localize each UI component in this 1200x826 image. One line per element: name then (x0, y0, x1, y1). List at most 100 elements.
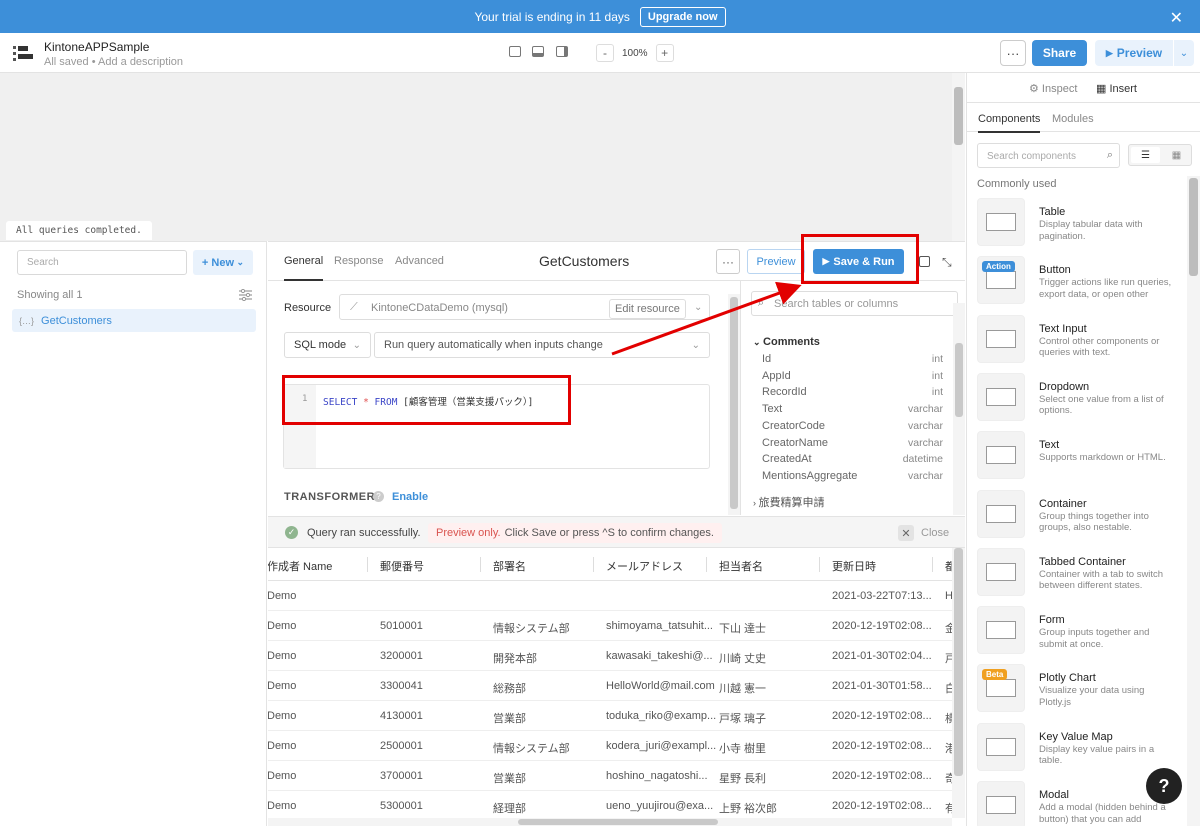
component-dropdown[interactable]: Dropdown Select one value from a list of … (977, 372, 1182, 425)
table-row[interactable]: Demo 3700001 営業部 hoshino_nagatoshi... 星野 長利 2… (268, 761, 952, 791)
schema-scrollbar[interactable] (953, 303, 965, 515)
schema-column-type: int (931, 386, 943, 399)
component-search-input[interactable]: Search components ⌕ (977, 143, 1120, 168)
table-row[interactable]: Demo 3200001 開発本部 kawasaki_takeshi@... 川崎 丈史… (268, 641, 952, 671)
canvas-scroll-thumb[interactable] (954, 87, 963, 145)
column-header[interactable]: メールアドレス (606, 558, 683, 574)
schema-column[interactable]: CreatorCode (762, 420, 825, 432)
list-view-icon[interactable]: ☰ (1131, 147, 1160, 163)
schema-column[interactable]: CreatedAt (762, 453, 812, 465)
column-header[interactable]: 郵便番号 (380, 558, 424, 574)
table-row[interactable]: Demo 2500001 情報システム部 kodera_juri@exampl... 小… (268, 731, 952, 761)
close-banner-icon[interactable]: ✕ (1170, 8, 1183, 28)
component-tabbed-container[interactable]: Tabbed Container Container with a tab to … (977, 547, 1182, 600)
enable-transformer-link[interactable]: Enable (392, 491, 428, 503)
right-panel-toggle-icon[interactable] (556, 46, 568, 57)
edit-resource-button[interactable]: Edit resource (609, 299, 686, 319)
results-scroll-thumb[interactable] (954, 548, 963, 776)
column-divider[interactable] (480, 557, 481, 572)
component-container[interactable]: Container Group things together into grou… (977, 489, 1182, 542)
component-plotly-chart[interactable]: Beta Plotly Chart Visualize your data usin… (977, 664, 1182, 716)
inspect-tab[interactable]: ⚙ Inspect (1029, 82, 1077, 95)
schema-column[interactable]: CreatorName (762, 437, 828, 449)
query-preview-button[interactable]: Preview (747, 249, 805, 274)
column-header[interactable]: 担当者名 (719, 558, 763, 574)
schema-table[interactable]: › 旅費精算申請 (753, 494, 825, 510)
table-row[interactable]: Demo 3300041 総務部 HelloWorld@mail.com 川越 憲一 20… (268, 671, 952, 701)
zoom-out-button[interactable]: - (596, 44, 614, 62)
column-divider[interactable] (932, 557, 933, 572)
table-row[interactable]: Demo 4130001 営業部 toduka_riko@examp... 戸塚 璃子 2… (268, 701, 952, 731)
run-mode-select[interactable]: Run query automatically when inputs chan… (374, 332, 710, 358)
annotation-box-sql (282, 375, 571, 425)
query-title[interactable]: GetCustomers (539, 253, 629, 269)
component-button[interactable]: Action Button Trigger actions like run que… (977, 256, 1182, 308)
editor-scrollbar[interactable] (728, 294, 740, 515)
schema-column[interactable]: AppId (762, 370, 791, 382)
component-text-input[interactable]: Text Input Control other components or qu… (977, 314, 1182, 367)
sql-mode-select[interactable]: SQL mode ⌄ (284, 332, 371, 358)
component-key-value-map[interactable]: Key Value Map Display key value pairs in … (977, 722, 1182, 775)
help-chat-button[interactable]: ? (1146, 768, 1182, 804)
toggle-schema-icon[interactable] (919, 256, 930, 267)
share-button[interactable]: Share (1032, 40, 1087, 66)
table-row[interactable]: Demo 2021-03-22T07:13... H (268, 581, 952, 611)
canvas-scrollbar[interactable] (952, 73, 965, 241)
column-header[interactable]: 都 (945, 558, 952, 574)
zoom-in-button[interactable]: + (655, 44, 674, 62)
query-search-input[interactable]: Search (17, 250, 187, 275)
tab-modules[interactable]: Modules (1052, 113, 1094, 125)
column-header[interactable]: 更新日時 (832, 558, 876, 574)
table-row[interactable]: Demo 5010001 情報システム部 shimoyama_tatsuhit... 下… (268, 611, 952, 641)
column-divider[interactable] (593, 557, 594, 572)
table-row[interactable]: Demo 5300001 経理部 ueno_yuujirou@exa... 上野 裕次郎… (268, 791, 952, 818)
column-header[interactable]: 作成者 Name (268, 558, 332, 574)
upgrade-button[interactable]: Upgrade now (639, 6, 726, 27)
bottom-panel-toggle-icon[interactable] (532, 46, 544, 57)
results-horizontal-scrollbar[interactable] (268, 818, 952, 826)
column-divider[interactable] (706, 557, 707, 572)
insert-panel-scroll-thumb[interactable] (1189, 178, 1198, 276)
filter-icon[interactable] (239, 289, 252, 301)
component-table[interactable]: Table Display tabular data with paginatio… (977, 198, 1182, 250)
schema-column[interactable]: Id (762, 353, 771, 365)
close-icon[interactable]: ✕ (898, 525, 914, 541)
preview-button[interactable]: ▶ Preview (1095, 40, 1173, 66)
results-vertical-scrollbar[interactable] (952, 548, 965, 818)
close-results-button[interactable]: Close (921, 527, 949, 539)
collapse-icon[interactable]: ⤡ (942, 255, 952, 270)
preview-dropdown-icon[interactable]: ⌄ (1174, 40, 1194, 66)
tab-general[interactable]: General (284, 255, 324, 281)
app-name[interactable]: KintoneAPPSample (44, 40, 149, 54)
column-divider[interactable] (367, 557, 368, 572)
query-more-button[interactable]: ··· (716, 249, 740, 274)
results-hscroll-thumb[interactable] (518, 819, 718, 825)
new-query-button[interactable]: + New ⌄ (193, 250, 253, 275)
schema-column[interactable]: MentionsAggregate (762, 470, 857, 482)
schema-table[interactable]: ⌄ Comments (753, 336, 820, 348)
app-canvas[interactable] (0, 73, 952, 241)
table-cell: 有 (945, 803, 952, 815)
column-divider[interactable] (819, 557, 820, 572)
help-icon[interactable]: ? (373, 491, 384, 502)
component-form[interactable]: Form Group inputs together and submit at … (977, 606, 1182, 658)
column-header[interactable]: 部署名 (493, 558, 526, 574)
schema-column[interactable]: RecordId (762, 386, 807, 398)
more-options-button[interactable]: ··· (1000, 40, 1026, 66)
insert-tab[interactable]: ▦ Insert (1096, 82, 1137, 95)
editor-scroll-thumb[interactable] (730, 297, 738, 509)
tab-response[interactable]: Response (334, 255, 384, 267)
schema-column[interactable]: Text (762, 403, 782, 415)
tab-advanced[interactable]: Advanced (395, 255, 444, 267)
tab-components[interactable]: Components (978, 113, 1041, 133)
add-description-link[interactable]: Add a description (98, 56, 183, 68)
schema-search-input[interactable]: ⌕ Search tables or columns (751, 291, 958, 316)
app-menu-icon[interactable] (13, 45, 35, 61)
left-panel-toggle-icon[interactable] (509, 46, 521, 57)
resource-select[interactable]: ⟋ KintoneCDataDemo (mysql) Edit resource… (339, 294, 710, 320)
query-item[interactable]: {…} GetCustomers (12, 309, 256, 332)
schema-scroll-thumb[interactable] (955, 343, 963, 417)
insert-panel-scrollbar[interactable] (1187, 176, 1200, 826)
component-text[interactable]: Text Supports markdown or HTML. (977, 431, 1182, 483)
grid-view-icon[interactable]: ▦ (1163, 147, 1190, 163)
